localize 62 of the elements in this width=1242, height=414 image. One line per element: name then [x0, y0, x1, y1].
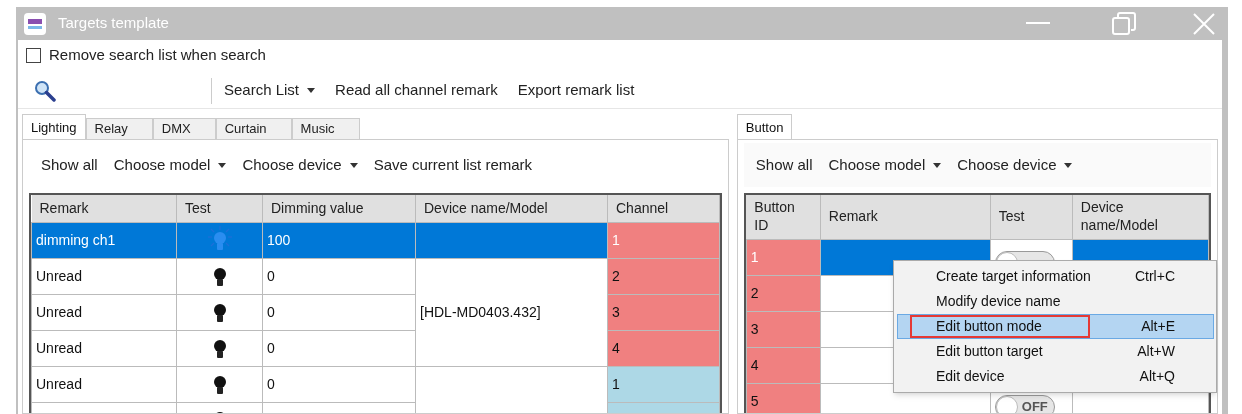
channel-cell: 3 — [607, 294, 720, 330]
toggle-switch[interactable]: OFF — [994, 394, 1055, 413]
toolbar-button[interactable]: Choose model — [109, 153, 231, 177]
tab[interactable]: Music — [291, 118, 360, 140]
search-icon[interactable] — [34, 79, 56, 102]
caret-icon — [1064, 162, 1073, 168]
table-cell: 0 — [262, 366, 416, 402]
checkbox[interactable] — [26, 47, 41, 63]
toolbar-button[interactable]: Search List — [220, 79, 320, 102]
column-header[interactable]: Channel — [607, 195, 720, 222]
table-cell: 0 — [262, 294, 416, 330]
window-title: Targets template — [58, 13, 169, 34]
channel-cell: 2 — [607, 258, 720, 294]
button-id-cell: 2 — [746, 275, 821, 311]
tab[interactable]: Button — [736, 114, 793, 140]
toolbar-button[interactable]: Show all — [751, 153, 817, 177]
toolbar-button[interactable]: Read all channel remark — [331, 79, 502, 102]
menu-item[interactable]: Create target information Ctrl+C — [897, 264, 1214, 289]
toolbar-button[interactable]: Export remark list — [513, 79, 639, 102]
column-header[interactable]: Device name/Model — [1072, 195, 1209, 239]
caret-icon — [349, 162, 358, 168]
menu-item[interactable]: Edit button target Alt+W — [897, 339, 1214, 364]
column-header[interactable]: Test — [990, 195, 1073, 239]
channel-cell: 4 — [607, 330, 720, 366]
table-cell: dimming ch1 — [31, 222, 177, 258]
caret-icon — [933, 162, 942, 168]
column-header[interactable]: Button ID — [746, 195, 821, 239]
toolbar-button[interactable]: Choose device — [953, 153, 1077, 177]
table-cell: 100 — [262, 222, 416, 258]
table-cell: Unread — [31, 366, 177, 402]
menu-item[interactable]: Modify device name — [897, 289, 1214, 314]
tab[interactable]: Lighting — [22, 114, 86, 140]
table-cell: Unread — [31, 330, 177, 366]
button-id-cell: 1 — [746, 239, 821, 275]
column-header[interactable]: Remark — [820, 195, 991, 239]
toolbar-button[interactable]: Choose model — [824, 153, 946, 177]
table-cell: 0 — [262, 330, 416, 366]
channel-cell: 1 — [607, 366, 720, 402]
toolbar-button[interactable]: Show all — [37, 153, 102, 177]
column-header[interactable]: Dimming value — [262, 195, 416, 222]
button-id-cell: 4 — [746, 347, 821, 383]
channel-cell: 1 — [607, 222, 720, 258]
menu-item[interactable]: Edit button mode Alt+E — [897, 314, 1214, 339]
table-cell: [HDL-MD0403.432] — [415, 258, 608, 366]
button-id-cell: 3 — [746, 311, 821, 347]
toolbar-button[interactable]: Save current list remark — [369, 153, 537, 177]
column-header[interactable]: Remark — [31, 195, 177, 222]
caret-icon — [218, 162, 227, 168]
column-header[interactable]: Device name/Model — [415, 195, 608, 222]
column-header[interactable]: Test — [176, 195, 263, 222]
table-cell: Unread — [31, 294, 177, 330]
tab[interactable]: DMX — [152, 118, 216, 140]
tab[interactable]: Curtain — [215, 118, 292, 140]
button-id-cell: 5 — [746, 383, 821, 413]
menu-item[interactable]: Edit device Alt+Q — [897, 364, 1214, 389]
table-cell: Unread — [31, 258, 177, 294]
tab[interactable]: Relay — [85, 118, 153, 140]
caret-icon — [307, 88, 316, 93]
app-logo-icon — [24, 12, 46, 35]
toolbar-button[interactable]: Choose device — [238, 153, 362, 177]
checkbox-label: Remove search list when search — [49, 44, 266, 65]
table-cell: 0 — [262, 258, 416, 294]
